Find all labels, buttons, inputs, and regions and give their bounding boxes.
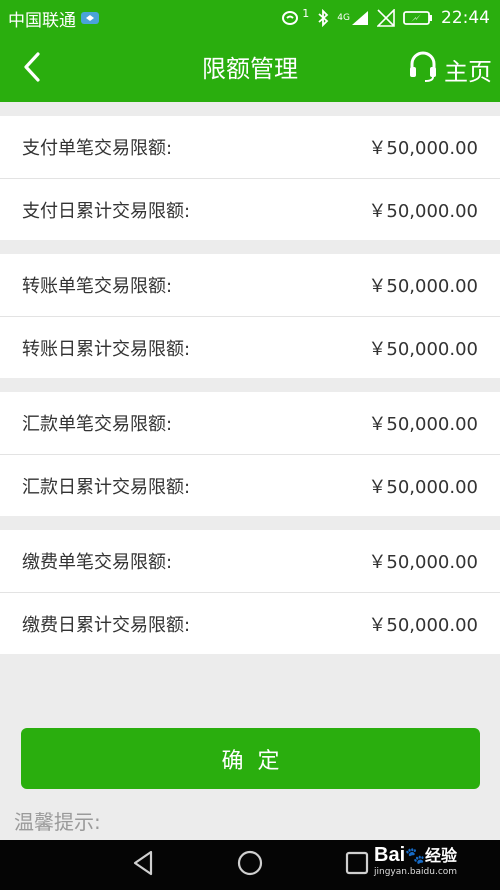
confirm-button[interactable]: 确定 [21, 728, 480, 789]
limit-label: 汇款单笔交易限额: [22, 414, 173, 435]
limit-label: 转账单笔交易限额: [22, 276, 173, 297]
paw-icon: 🐾 [405, 846, 426, 865]
status-right: 1 4G 22:44 [280, 6, 490, 28]
tip-title: 温馨提示: [14, 810, 101, 834]
limit-value: ￥50,000.00 [368, 476, 478, 498]
back-button[interactable] [14, 50, 50, 88]
recents-square-icon [345, 851, 369, 879]
limit-label: 转账日累计交易限额: [22, 338, 191, 360]
hd-call-icon: 1 [280, 6, 310, 27]
status-bar: 中国联通 1 4G 22:44 [0, 0, 500, 36]
limit-row: 汇款日累计交易限额: ￥50,000.00 [0, 454, 500, 516]
system-recents-button[interactable] [337, 845, 377, 885]
limit-row: 转账日累计交易限额: ￥50,000.00 [0, 316, 500, 378]
limit-value: ￥50,000.00 [368, 200, 478, 222]
battery-charging-icon [403, 10, 433, 26]
header-bar: 限额管理 主页 [0, 36, 500, 102]
headset-icon [408, 49, 438, 89]
system-home-button[interactable] [230, 845, 270, 885]
limit-group-remittance: 汇款单笔交易限额: ￥50,000.00 汇款日累计交易限额: ￥50,000.… [0, 392, 500, 516]
carrier-name: 中国联通 [8, 10, 76, 31]
home-button[interactable]: 主页 [408, 48, 492, 90]
limit-value: ￥50,000.00 [368, 338, 478, 360]
limit-row: 支付日累计交易限额: ￥50,000.00 [0, 178, 500, 240]
bluetooth-icon [317, 9, 329, 27]
limit-row: 转账单笔交易限额: ￥50,000.00 [0, 254, 500, 316]
watermark-url: jingyan.baidu.com [374, 867, 458, 877]
limit-value: ￥50,000.00 [368, 614, 478, 636]
limit-row: 支付单笔交易限额: ￥50,000.00 [0, 116, 500, 178]
limit-label: 支付单笔交易限额: [22, 138, 173, 159]
limit-label: 汇款日累计交易限额: [22, 476, 191, 498]
back-triangle-icon [131, 850, 155, 880]
limit-group-transfer: 转账单笔交易限额: ￥50,000.00 转账日累计交易限额: ￥50,000.… [0, 254, 500, 378]
status-left: 中国联通 [8, 6, 100, 31]
carrier-badge-icon [80, 10, 100, 26]
signal-icon: 4G [337, 10, 369, 26]
limit-group-payment: 支付单笔交易限额: ￥50,000.00 支付日累计交易限额: ￥50,000.… [0, 116, 500, 240]
chevron-left-icon [21, 51, 43, 87]
limit-label: 缴费单笔交易限额: [22, 552, 173, 573]
signal-superscript: 1 [302, 6, 310, 20]
network-label: 4G [337, 13, 350, 23]
baidu-jingyan-watermark: Bai🐾经验 jingyan.baidu.com [374, 842, 494, 888]
no-sim-icon [377, 9, 395, 27]
status-time: 22:44 [441, 8, 490, 28]
limit-list: 支付单笔交易限额: ￥50,000.00 支付日累计交易限额: ￥50,000.… [0, 102, 500, 654]
limit-value: ￥50,000.00 [368, 414, 478, 435]
limit-row: 缴费单笔交易限额: ￥50,000.00 [0, 530, 500, 592]
home-circle-icon [236, 849, 264, 881]
limit-label: 支付日累计交易限额: [22, 200, 191, 222]
limit-label: 缴费日累计交易限额: [22, 614, 191, 636]
watermark-brand: Bai [374, 844, 406, 866]
system-back-button[interactable] [123, 845, 163, 885]
limit-row: 汇款单笔交易限额: ￥50,000.00 [0, 392, 500, 454]
limit-value: ￥50,000.00 [368, 552, 478, 573]
watermark-brand-suffix: 经验 [425, 848, 458, 865]
limit-group-bill-payment: 缴费单笔交易限额: ￥50,000.00 缴费日累计交易限额: ￥50,000.… [0, 530, 500, 654]
limit-row: 缴费日累计交易限额: ￥50,000.00 [0, 592, 500, 654]
limit-value: ￥50,000.00 [368, 276, 478, 297]
limit-value: ￥50,000.00 [368, 138, 478, 159]
home-label: 主页 [444, 57, 492, 86]
